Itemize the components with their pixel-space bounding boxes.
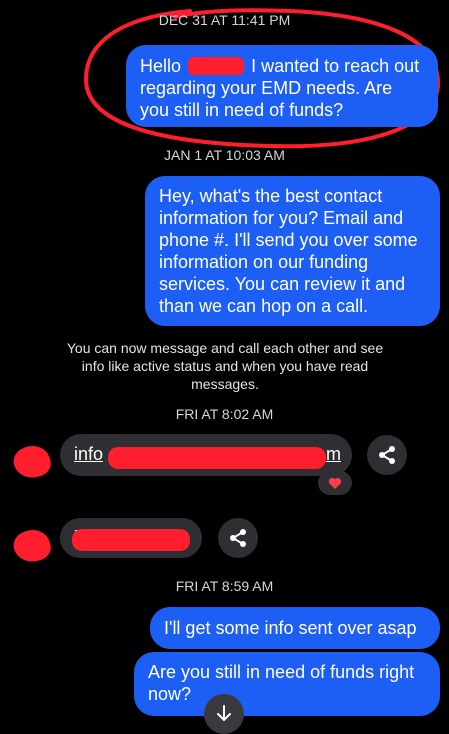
redaction-mark bbox=[72, 529, 190, 551]
sent-message[interactable]: Hello I wanted to reach out regarding yo… bbox=[126, 45, 438, 127]
sent-message[interactable]: I'll get some info sent over asap bbox=[150, 607, 440, 649]
email-suffix: m bbox=[326, 444, 341, 464]
redaction-mark bbox=[188, 57, 245, 75]
message-text: Hey, what's the best contact information… bbox=[159, 186, 418, 316]
heart-reaction[interactable] bbox=[318, 471, 352, 495]
message-text: I'll get some info sent over asap bbox=[164, 618, 417, 638]
share-button[interactable] bbox=[218, 518, 258, 558]
timestamp: JAN 1 AT 10:03 AM bbox=[164, 147, 285, 163]
share-button[interactable] bbox=[367, 435, 407, 475]
message-greeting: Hello bbox=[140, 56, 182, 76]
share-icon bbox=[230, 529, 246, 547]
timestamp: FRI AT 8:59 AM bbox=[175, 578, 274, 594]
timestamp: DEC 31 AT 11:41 PM bbox=[158, 12, 291, 28]
scroll-to-bottom-button[interactable] bbox=[204, 694, 244, 734]
email-link[interactable]: info bbox=[74, 444, 103, 464]
timestamp: FRI AT 8:02 AM bbox=[175, 406, 274, 422]
arrow-down-icon bbox=[217, 705, 231, 722]
avatar bbox=[9, 441, 55, 483]
message-text: Are you still in need of funds right now… bbox=[148, 662, 415, 704]
sent-message[interactable]: Hey, what's the best contact information… bbox=[145, 176, 440, 326]
received-email-message[interactable]: info m bbox=[60, 434, 352, 476]
system-notice: You can now message and call each other … bbox=[66, 340, 384, 392]
share-icon bbox=[379, 446, 395, 464]
received-phone-message[interactable]: 7 5 bbox=[60, 518, 202, 558]
message-text: I wanted to reach out regarding your EMD… bbox=[140, 56, 420, 120]
sent-message[interactable]: Are you still in need of funds right now… bbox=[134, 652, 440, 716]
email-prefix: info bbox=[74, 444, 104, 464]
redaction-mark bbox=[108, 447, 326, 469]
avatar bbox=[9, 525, 55, 567]
heart-icon bbox=[328, 477, 342, 489]
